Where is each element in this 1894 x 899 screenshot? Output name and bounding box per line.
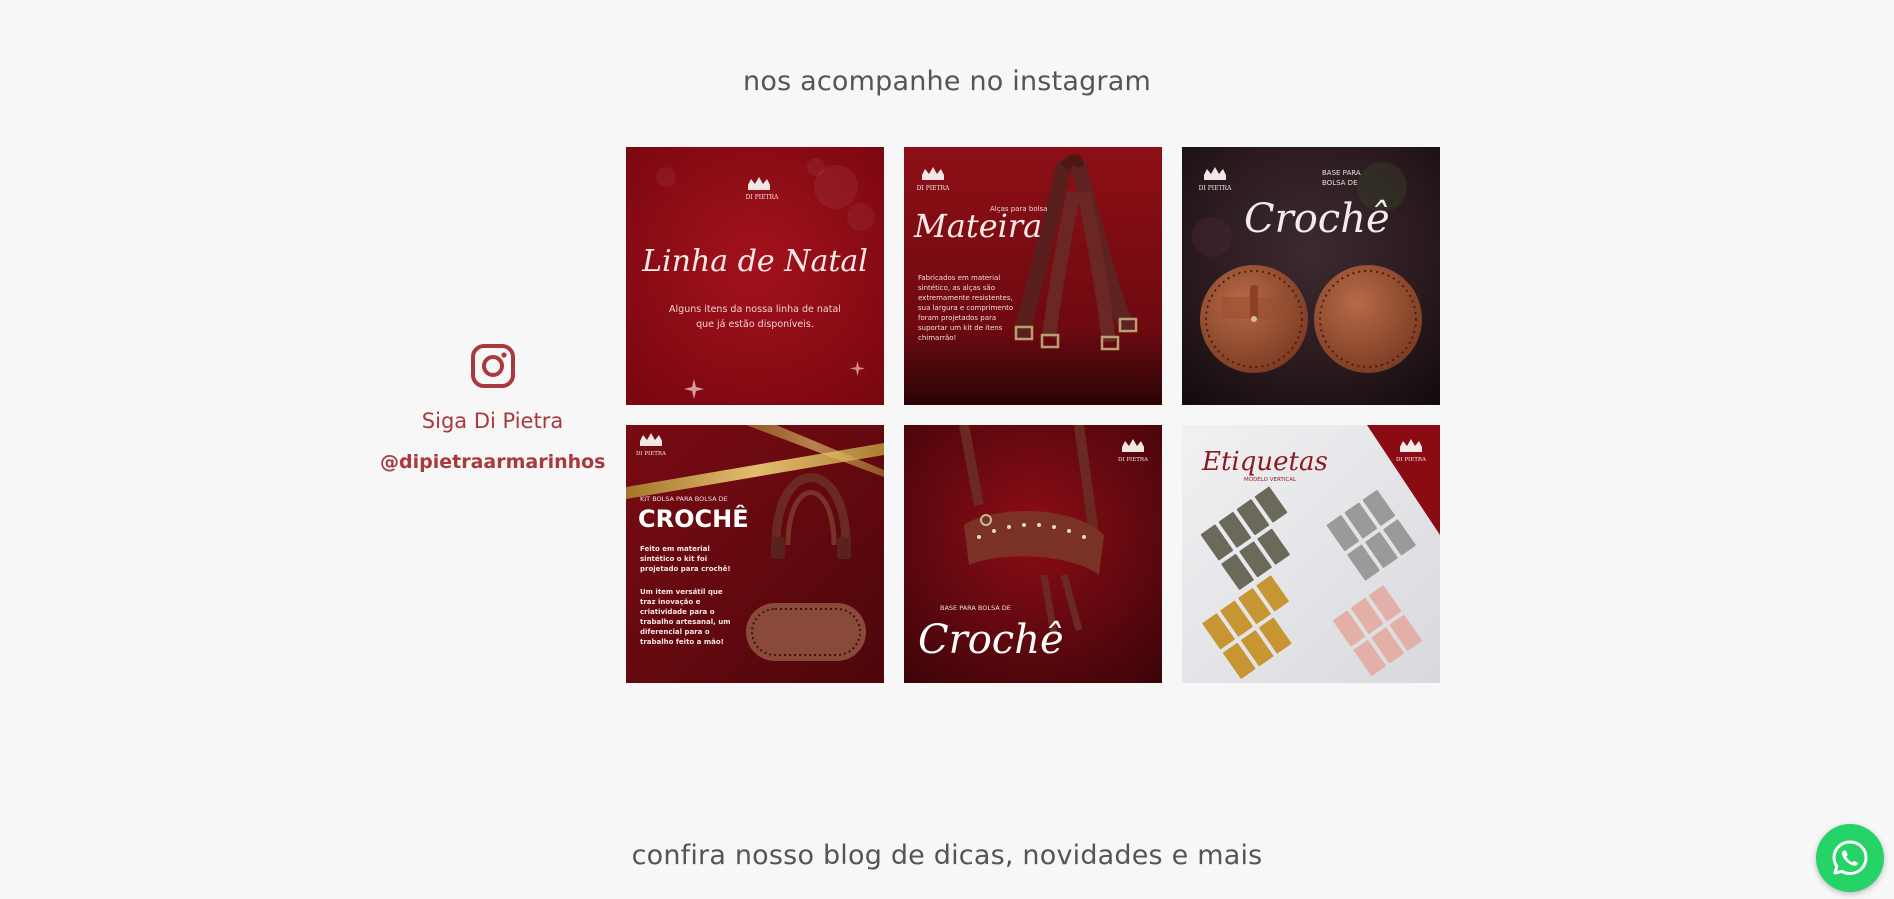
post-5-kicker: BASE PARA BOLSA DE	[940, 604, 1011, 612]
post-2-brand: DI PIETRA	[917, 185, 950, 192]
post-4-kicker: KIT BOLSA PARA BOLSA DE	[640, 495, 728, 503]
instagram-post-1[interactable]: DI PIETRA Linha de Natal Alguns itens da…	[626, 147, 884, 405]
instagram-icon[interactable]	[470, 343, 516, 389]
svg-text:projetado para crochê!: projetado para crochê!	[640, 565, 731, 573]
svg-text:sintético o kit foi: sintético o kit foi	[640, 555, 707, 563]
post-5-headline: Crochê	[918, 617, 1064, 663]
instagram-follow-block: Siga Di Pietra @dipietraarmarinhos	[380, 343, 606, 473]
post-1-caption-1: Alguns itens da nossa linha de natal	[669, 304, 841, 315]
post-1-caption-2: que já estão disponíveis.	[696, 319, 814, 330]
blog-section-title: confira nosso blog de dicas, novidades e…	[631, 840, 1263, 871]
post-4-brand: DI PIETRA	[636, 451, 667, 457]
post-6-headline: Etiquetas	[1201, 447, 1328, 477]
svg-text:Fabricados em material: Fabricados em material	[918, 274, 1000, 282]
post-3-brand: DI PIETRA	[1199, 185, 1232, 192]
post-3-kicker-1: BASE PARA	[1322, 169, 1361, 177]
post-3-kicker-2: BOLSA DE	[1322, 179, 1358, 187]
post-6-sub: MODELO VERTICAL	[1244, 477, 1297, 483]
instagram-feed-grid: DI PIETRA Linha de Natal Alguns itens da…	[626, 147, 1440, 683]
svg-text:foram projetados para: foram projetados para	[918, 314, 996, 322]
svg-text:sua largura e comprimento: sua largura e comprimento	[918, 304, 1013, 312]
instagram-post-4[interactable]: DI PIETRA KIT BOLSA PARA BOLSA DE CROCHÊ…	[626, 425, 884, 683]
instagram-section-title: nos acompanhe no instagram	[743, 66, 1151, 97]
post-3-headline: Crochê	[1244, 196, 1390, 242]
post-1-headline: Linha de Natal	[641, 244, 868, 279]
svg-text:suportar um kit de itens: suportar um kit de itens	[918, 324, 1003, 332]
svg-text:sintético, as alças são: sintético, as alças são	[918, 284, 995, 292]
instagram-post-2[interactable]: DI PIETRA Alças para bolsa Mateira Fabri…	[904, 147, 1162, 405]
post-2-headline: Mateira	[913, 207, 1042, 245]
post-1-brand: DI PIETRA	[746, 194, 779, 201]
post-5-brand: DI PIETRA	[1118, 457, 1149, 463]
svg-text:criatividade para o: criatividade para o	[640, 608, 715, 616]
svg-text:trabalho feito a mão!: trabalho feito a mão!	[640, 638, 724, 646]
svg-text:Feito em material: Feito em material	[640, 545, 710, 553]
svg-text:extremamente resistentes,: extremamente resistentes,	[918, 294, 1013, 302]
svg-text:diferencial para o: diferencial para o	[640, 628, 710, 636]
whatsapp-icon	[1832, 840, 1868, 875]
follow-text[interactable]: Siga Di Pietra	[380, 409, 605, 433]
post-6-brand: DI PIETRA	[1396, 457, 1427, 463]
svg-text:chimarrão!: chimarrão!	[918, 334, 956, 342]
instagram-post-6[interactable]: DI PIETRA Etiquetas MODELO VERTICAL	[1182, 425, 1440, 683]
instagram-post-5[interactable]: DI PIETRA BASE PARA BOLSA DE Crochê	[904, 425, 1162, 683]
post-4-headline: CROCHÊ	[638, 504, 749, 533]
whatsapp-button[interactable]	[1816, 824, 1884, 892]
svg-text:trabalho artesanal, um: trabalho artesanal, um	[640, 618, 731, 626]
svg-text:traz inovação e: traz inovação e	[640, 598, 701, 606]
svg-text:Um item versátil que: Um item versátil que	[640, 588, 723, 596]
instagram-post-3[interactable]: DI PIETRA BASE PARA BOLSA DE Crochê	[1182, 147, 1440, 405]
page: nos acompanhe no instagram Siga Di Pietr…	[0, 0, 1894, 899]
instagram-handle-link[interactable]: @dipietraarmarinhos	[380, 451, 606, 473]
